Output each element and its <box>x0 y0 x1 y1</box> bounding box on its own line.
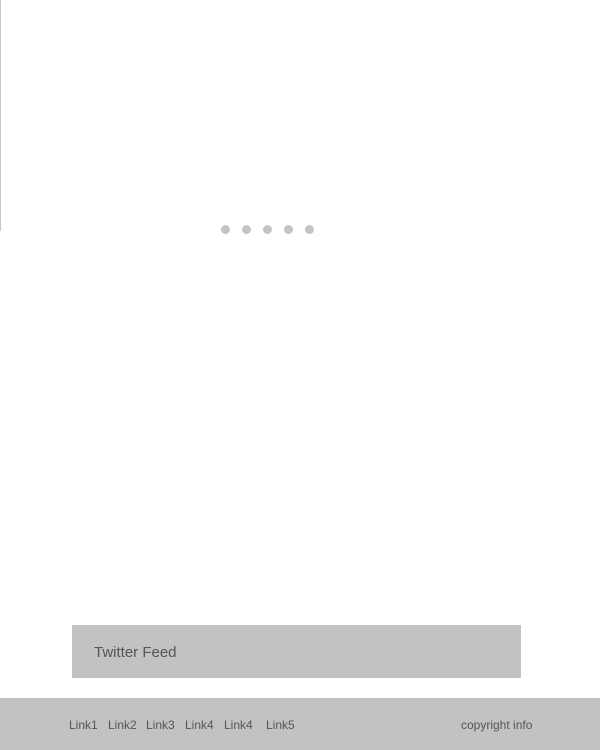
slider-dot-5[interactable] <box>305 225 314 234</box>
twitter-feed: Twitter Feed <box>72 625 521 678</box>
footer: Link1 Link2 Link3 Link4 Link4 Link5 copy… <box>0 698 600 750</box>
footer-link-3[interactable]: Link3 <box>146 718 175 732</box>
slider-dot-4[interactable] <box>284 225 293 234</box>
footer-link-5[interactable]: Link5 <box>266 718 295 732</box>
slider-dot-3[interactable] <box>263 225 272 234</box>
footer-link-1[interactable]: Link1 <box>69 718 98 732</box>
copyright-info: copyright info <box>461 718 533 732</box>
footer-link-4[interactable]: Link4 <box>185 718 214 732</box>
image-slider <box>0 0 600 231</box>
footer-link-2[interactable]: Link2 <box>108 718 137 732</box>
slider-pagination <box>221 225 314 234</box>
slider-dot-1[interactable] <box>221 225 230 234</box>
footer-link-4b[interactable]: Link4 <box>224 718 253 732</box>
slider-dot-2[interactable] <box>242 225 251 234</box>
twitter-feed-label: Twitter Feed <box>94 644 177 661</box>
